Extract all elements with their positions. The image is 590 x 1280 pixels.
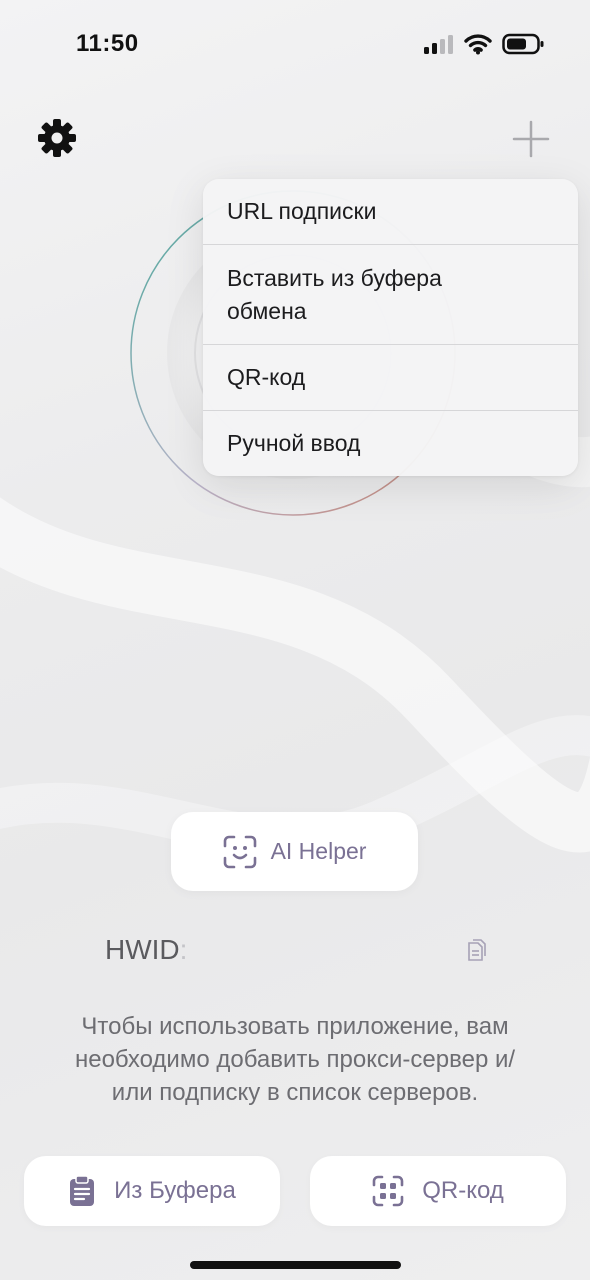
wifi-icon [464, 34, 492, 55]
qr-scan-icon [372, 1175, 404, 1207]
hwid-separator: : [179, 934, 188, 965]
clipboard-icon [70, 1175, 95, 1206]
hwid-copy-button[interactable] [466, 938, 488, 964]
face-scan-icon [223, 835, 256, 868]
menu-item-subscription-url[interactable]: URL подписки [203, 179, 578, 245]
qr-code-label: QR-код [422, 1177, 504, 1204]
menu-item-label: QR-код [227, 364, 306, 390]
menu-item-manual-entry[interactable]: Ручной ввод [203, 411, 578, 476]
status-bar: 11:50 [0, 0, 590, 90]
menu-item-qr-code[interactable]: QR-код [203, 345, 578, 411]
ai-helper-button[interactable]: AI Helper [171, 812, 418, 891]
hwid-label: HWID: [105, 934, 187, 966]
copy-icon [468, 939, 486, 961]
add-menu: URL подписки Вставить из буфера обмена Q… [203, 179, 578, 476]
cellular-signal-icon [424, 35, 453, 54]
qr-code-button[interactable]: QR-код [310, 1156, 566, 1226]
menu-item-label: Вставить из буфера обмена [227, 264, 442, 324]
status-time: 11:50 [76, 30, 139, 57]
menu-item-label: URL подписки [227, 198, 377, 224]
plus-icon [512, 120, 550, 158]
home-indicator[interactable] [190, 1261, 401, 1269]
menu-item-paste-clipboard[interactable]: Вставить из буфера обмена [203, 245, 578, 345]
hwid-title: HWID [105, 934, 180, 965]
ai-helper-label: AI Helper [270, 838, 367, 864]
add-button[interactable] [512, 120, 550, 158]
from-clipboard-button[interactable]: Из Буфера [24, 1156, 280, 1226]
battery-icon [502, 33, 544, 55]
status-icons [424, 33, 544, 55]
settings-button[interactable] [36, 117, 78, 159]
gear-icon [38, 119, 76, 157]
from-clipboard-label: Из Буфера [114, 1177, 236, 1204]
empty-state-message: Чтобы использовать приложение, вам необх… [74, 1013, 516, 1106]
menu-item-label: Ручной ввод [227, 430, 361, 456]
